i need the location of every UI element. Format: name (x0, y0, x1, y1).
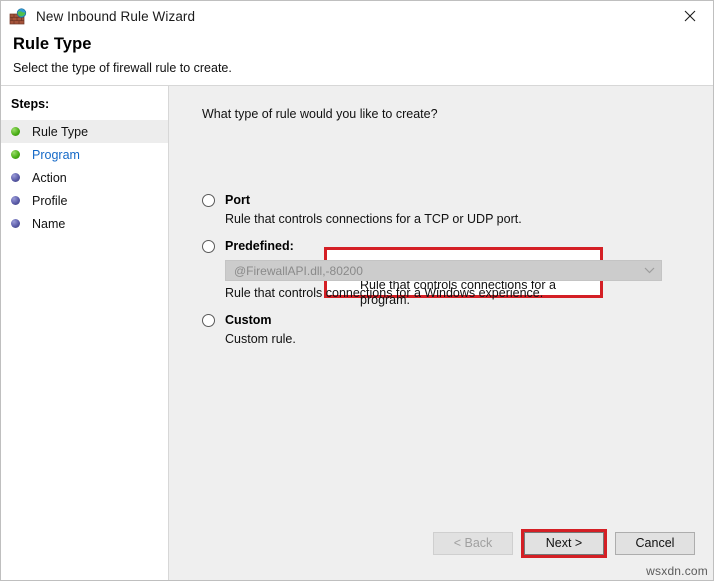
wizard-footer: < Back Next > Cancel wsxdn.com (169, 506, 713, 580)
option-group-remaining: Port Rule that controls connections for … (202, 193, 713, 347)
cancel-button[interactable]: Cancel (615, 532, 695, 555)
rule-type-options-panel: What type of rule would you like to crea… (169, 86, 713, 506)
step-bullet-icon (11, 219, 20, 228)
sidebar-item-label: Profile (32, 194, 67, 208)
radio-port[interactable] (202, 194, 215, 207)
sidebar-item-program[interactable]: Program (1, 143, 168, 166)
option-predefined-label: Predefined: (225, 239, 294, 254)
predefined-combo-row: @FirewallAPI.dll,-80200 (225, 260, 713, 281)
radio-custom[interactable] (202, 314, 215, 327)
wizard-body: Steps: Rule Type Program Action Profile … (1, 85, 713, 580)
page-title: Rule Type (13, 35, 713, 54)
option-custom-head: Custom (202, 313, 713, 328)
next-button[interactable]: Next > (524, 532, 604, 555)
predefined-dropdown[interactable]: @FirewallAPI.dll,-80200 (225, 260, 662, 281)
step-bullet-icon (11, 173, 20, 182)
question-text: What type of rule would you like to crea… (202, 107, 713, 121)
predefined-dropdown-value: @FirewallAPI.dll,-80200 (234, 264, 363, 278)
page-subtitle: Select the type of firewall rule to crea… (13, 61, 713, 75)
sidebar-item-action[interactable]: Action (1, 166, 168, 189)
sidebar-item-label: Rule Type (32, 125, 88, 139)
option-predefined-description: Rule that controls connections for a Win… (225, 286, 713, 301)
title-bar: New Inbound Rule Wizard (1, 1, 713, 32)
sidebar-item-label: Program (32, 148, 80, 162)
back-button[interactable]: < Back (433, 532, 513, 555)
radio-predefined[interactable] (202, 240, 215, 253)
option-port-label: Port (225, 193, 250, 208)
option-predefined-head: Predefined: (202, 239, 713, 254)
option-custom[interactable]: Custom Custom rule. (202, 313, 713, 347)
new-inbound-rule-wizard-window: New Inbound Rule Wizard Rule Type Select… (0, 0, 714, 581)
option-port-description: Rule that controls connections for a TCP… (225, 212, 713, 227)
chevron-down-icon (644, 267, 655, 274)
step-bullet-icon (11, 150, 20, 159)
sidebar-item-label: Action (32, 171, 67, 185)
main-pane: What type of rule would you like to crea… (169, 86, 713, 580)
sidebar-item-profile[interactable]: Profile (1, 189, 168, 212)
sidebar-item-label: Name (32, 217, 65, 231)
option-port[interactable]: Port Rule that controls connections for … (202, 193, 713, 227)
watermark: wsxdn.com (646, 564, 708, 578)
sidebar-item-rule-type[interactable]: Rule Type (1, 120, 168, 143)
sidebar-item-name[interactable]: Name (1, 212, 168, 235)
option-custom-label: Custom (225, 313, 272, 328)
close-icon[interactable] (667, 1, 713, 31)
option-port-head: Port (202, 193, 713, 208)
firewall-globe-icon (9, 8, 27, 26)
step-bullet-icon (11, 196, 20, 205)
steps-sidebar: Steps: Rule Type Program Action Profile … (1, 86, 169, 580)
option-custom-description: Custom rule. (225, 332, 713, 347)
option-predefined[interactable]: Predefined: @FirewallAPI.dll,-80200 (202, 239, 713, 301)
wizard-header: Rule Type Select the type of firewall ru… (1, 32, 713, 85)
next-button-highlight: Next > (521, 529, 607, 558)
step-bullet-icon (11, 127, 20, 136)
window-title: New Inbound Rule Wizard (36, 9, 195, 24)
steps-heading: Steps: (1, 94, 168, 120)
